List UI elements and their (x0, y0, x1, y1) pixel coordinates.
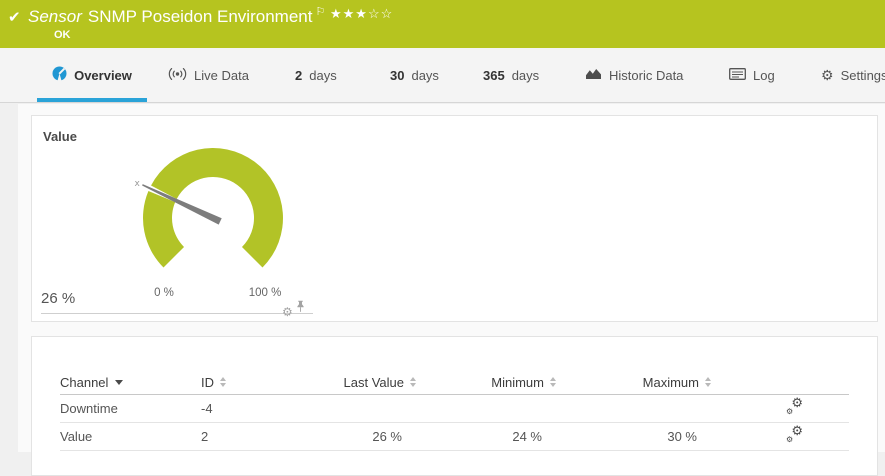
gauge-panel-title: Value (43, 129, 77, 144)
column-header-minimum[interactable]: Minimum (416, 371, 556, 395)
tab-historic-data[interactable]: Historic Data (585, 48, 683, 102)
tab-30-days[interactable]: 30 days (390, 48, 439, 102)
tab-label: Settings (840, 67, 885, 83)
column-label: ID (201, 374, 214, 390)
tab-2-days[interactable]: 2 days (295, 48, 337, 102)
tab-label: Overview (74, 67, 132, 83)
area-chart-icon (585, 67, 602, 83)
tab-365-days[interactable]: 365 days (483, 48, 539, 102)
tab-overview[interactable]: Overview (37, 48, 147, 102)
column-header-actions (711, 371, 849, 395)
tab-label: Historic Data (609, 67, 684, 83)
channel-table: Channel ID Last Value Minimum Maximum Do… (60, 371, 849, 451)
sort-icon (705, 377, 711, 388)
flag-icon[interactable]: ⚐ (315, 6, 325, 18)
table-header-row: Channel ID Last Value Minimum Maximum (60, 371, 849, 395)
column-label: Maximum (642, 374, 699, 390)
gear-icon: ⚙ (821, 67, 834, 83)
tab-label: days (411, 67, 439, 83)
tab-number: 2 (295, 67, 303, 83)
cell-maximum (556, 394, 711, 423)
channel-settings-icon[interactable]: ⚙ ⚙ (786, 424, 803, 444)
gauge-max-label: 100 % (248, 287, 282, 299)
log-list-icon (729, 67, 746, 83)
sensor-header: ✔ Sensor SNMP Poseidon Environment ⚐ ★★★☆☆… (0, 0, 885, 48)
tab-bar: Overview Live Data 2 days 30 days 365 da… (0, 48, 885, 103)
column-label: Channel (60, 374, 109, 390)
tab-label: days (511, 67, 540, 83)
tab-live-data[interactable]: Live Data (168, 48, 249, 102)
tab-label: Log (753, 67, 775, 83)
channel-settings-icon[interactable]: ⚙ ⚙ (786, 396, 803, 416)
broadcast-icon (168, 67, 187, 84)
sort-icon (550, 377, 556, 388)
gear-small-icon: ⚙ (786, 435, 794, 444)
cell-last-value: 26 % (331, 422, 416, 451)
active-tab-underline (37, 98, 147, 102)
cell-id: 2 (201, 422, 331, 451)
content-area: Value x 0 % 100 % 26 % ⚙ Channel ID Last… (18, 104, 885, 476)
cell-id: -4 (201, 394, 331, 423)
needle-tip-marker: x (135, 179, 141, 189)
sensor-type-label: Sensor (28, 7, 82, 26)
table-row-downtime: Downtime -4 ⚙ ⚙ (60, 394, 849, 423)
table-row-value: Value 2 26 % 24 % 30 % ⚙ ⚙ (60, 422, 849, 451)
tab-label: days (309, 67, 337, 83)
gauge-divider (41, 313, 313, 314)
sort-desc-icon (115, 379, 124, 385)
gauge-settings-gear-icon[interactable]: ⚙ (282, 306, 293, 318)
gauge-min-label: 0 % (154, 287, 174, 299)
column-label: Last Value (343, 374, 404, 390)
tab-log[interactable]: Log (729, 48, 775, 102)
cell-channel: Value (60, 422, 201, 451)
cell-last-value (331, 394, 416, 423)
tab-number: 30 (390, 67, 405, 83)
page-title: Sensor SNMP Poseidon Environment ⚐ (28, 5, 325, 27)
column-header-channel[interactable]: Channel (60, 371, 201, 395)
gear-small-icon: ⚙ (786, 407, 794, 416)
cell-channel: Downtime (60, 394, 201, 423)
tab-settings[interactable]: ⚙ Settings (821, 48, 885, 102)
cell-minimum (416, 394, 556, 423)
status-badge: OK (54, 29, 71, 41)
gauge-icon (52, 66, 67, 84)
column-header-last-value[interactable]: Last Value (331, 371, 416, 395)
priority-stars[interactable]: ★★★☆☆ (330, 6, 393, 22)
tab-label: Live Data (194, 67, 249, 83)
cell-minimum: 24 % (416, 422, 556, 451)
column-header-maximum[interactable]: Maximum (556, 371, 711, 395)
sort-icon (410, 377, 416, 388)
value-gauge: x (135, 148, 283, 268)
column-header-id[interactable]: ID (201, 371, 331, 395)
sort-icon (220, 377, 226, 388)
cell-maximum: 30 % (556, 422, 711, 451)
column-label: Minimum (491, 374, 544, 390)
pin-icon[interactable] (296, 300, 305, 318)
tab-number: 365 (483, 67, 505, 83)
gauge-panel: Value x 0 % 100 % 26 % ⚙ (31, 115, 878, 322)
sensor-name: SNMP Poseidon Environment (87, 7, 313, 26)
status-ok-check-icon: ✔ (8, 9, 21, 26)
gauge-current-value: 26 % (41, 290, 76, 307)
channel-table-panel: Channel ID Last Value Minimum Maximum Do… (31, 336, 878, 476)
